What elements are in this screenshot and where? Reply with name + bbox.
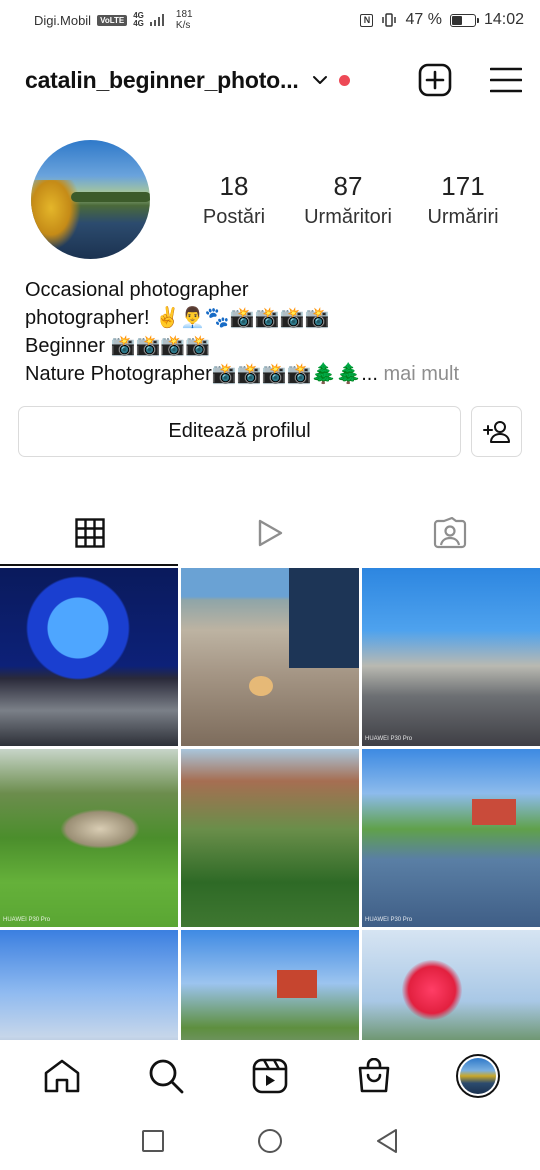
profile-bio: Occasional photographer photographer! ✌️…: [25, 276, 525, 388]
signal-icon: [149, 14, 164, 26]
home-circle-icon[interactable]: [257, 1128, 283, 1154]
photo-thumbnail[interactable]: HUAWEI P30 Pro: [362, 749, 540, 927]
vibrate-icon: [382, 13, 397, 27]
clock: 14:02: [483, 11, 524, 28]
tab-posts-grid[interactable]: [0, 500, 180, 566]
tab-tagged[interactable]: [360, 500, 540, 566]
profile-tabs: [0, 500, 540, 566]
carrier-name: Digi.Mobil: [34, 12, 92, 28]
search-icon[interactable]: [148, 1058, 184, 1094]
add-person-icon[interactable]: [482, 420, 511, 444]
recents-square-icon[interactable]: [141, 1129, 165, 1153]
followers-count[interactable]: 87: [296, 170, 400, 202]
bio-line: Occasional photographer: [25, 279, 249, 301]
following-label[interactable]: Urmăriri: [420, 202, 506, 232]
notification-dot: [338, 74, 350, 86]
posts-stat: 18 Postări: [196, 170, 272, 232]
profile-avatar-small[interactable]: [456, 1054, 500, 1098]
network-speed: 181 K/s: [176, 9, 193, 31]
speed-unit: K/s: [175, 20, 191, 31]
photo-thumbnail[interactable]: HUAWEI P30 Pro: [362, 568, 540, 746]
discover-people-button[interactable]: [471, 406, 522, 457]
system-navigation-bar: [0, 1112, 540, 1170]
posts-count: 18: [219, 171, 249, 201]
network-type: 4G 4G: [133, 12, 144, 28]
posts-label: Postări: [202, 206, 266, 228]
photo-caption: HUAWEI P30 Pro: [365, 736, 413, 742]
tab-reels[interactable]: [180, 500, 360, 566]
following-stat[interactable]: 171 Urmăriri: [420, 170, 506, 232]
bio-line-last: Nature Photographer📸📸📸📸🌲🌲... mai mult: [25, 360, 525, 388]
status-bar: Digi.Mobil VoLTE 4G 4G 181 K/s N 47 % 14…: [0, 0, 540, 40]
nav-home[interactable]: [32, 1046, 92, 1106]
photo-thumbnail[interactable]: [0, 568, 178, 746]
reels-play-icon[interactable]: [255, 518, 285, 548]
shop-icon[interactable]: [357, 1058, 391, 1094]
network-type-bottom: 4G: [133, 19, 144, 28]
bio-line: Nature Photographer📸📸📸📸🌲🌲...: [25, 363, 378, 385]
volte-badge: VoLTE: [97, 14, 128, 26]
photo-grid: HUAWEI P30 Pro HUAWEI P30 Pro HUAWEI P30…: [0, 568, 540, 1108]
followers-label[interactable]: Urmăritori: [296, 202, 400, 232]
speed-value: 181: [175, 9, 193, 20]
grid-icon[interactable]: [75, 518, 105, 548]
bottom-navigation: [0, 1040, 540, 1112]
status-right: N 47 % 14:02: [360, 11, 524, 29]
edit-profile-button[interactable]: Editează profilul: [18, 406, 462, 457]
photo-caption: HUAWEI P30 Pro: [365, 917, 413, 923]
nav-reels[interactable]: [240, 1046, 300, 1106]
photo-thumbnail[interactable]: HUAWEI P30 Pro: [0, 749, 178, 927]
battery-percent: 47 %: [405, 11, 442, 28]
battery-icon: [449, 13, 479, 27]
nav-search[interactable]: [136, 1046, 196, 1106]
menu-button[interactable]: [490, 66, 522, 94]
home-icon[interactable]: [43, 1058, 81, 1094]
header-actions: [418, 63, 522, 97]
nfc-icon: N: [360, 13, 374, 27]
bio-line: Beginner 📸📸📸📸: [25, 335, 211, 357]
username[interactable]: catalin_beginner_photo...: [25, 67, 299, 94]
profile-avatar[interactable]: [31, 140, 150, 259]
hamburger-menu-icon[interactable]: [490, 66, 522, 94]
photo-thumbnail[interactable]: [181, 568, 359, 746]
more-link[interactable]: mai mult: [383, 363, 459, 385]
bio-line: photographer! ✌️👨‍💼🐾📸📸📸📸: [25, 307, 330, 329]
status-left: Digi.Mobil VoLTE 4G 4G 181 K/s: [34, 9, 193, 31]
chevron-down-icon[interactable]: [311, 71, 329, 89]
account-switcher[interactable]: catalin_beginner_photo...: [25, 67, 350, 94]
profile-actions: Editează profilul: [18, 406, 522, 458]
profile-summary: 18 Postări 87 Urmăritori 171 Urmăriri: [0, 140, 540, 260]
photo-caption: HUAWEI P30 Pro: [3, 917, 51, 923]
nav-profile[interactable]: [448, 1046, 508, 1106]
reels-icon[interactable]: [252, 1058, 288, 1094]
profile-header: catalin_beginner_photo...: [0, 56, 540, 104]
back-triangle-icon[interactable]: [375, 1128, 399, 1154]
following-count[interactable]: 171: [420, 170, 506, 202]
new-post-button[interactable]: [418, 63, 452, 97]
plus-square-icon[interactable]: [418, 63, 452, 97]
followers-stat[interactable]: 87 Urmăritori: [296, 170, 400, 232]
tagged-person-icon[interactable]: [433, 517, 467, 549]
nav-shop[interactable]: [344, 1046, 404, 1106]
photo-thumbnail[interactable]: [181, 749, 359, 927]
